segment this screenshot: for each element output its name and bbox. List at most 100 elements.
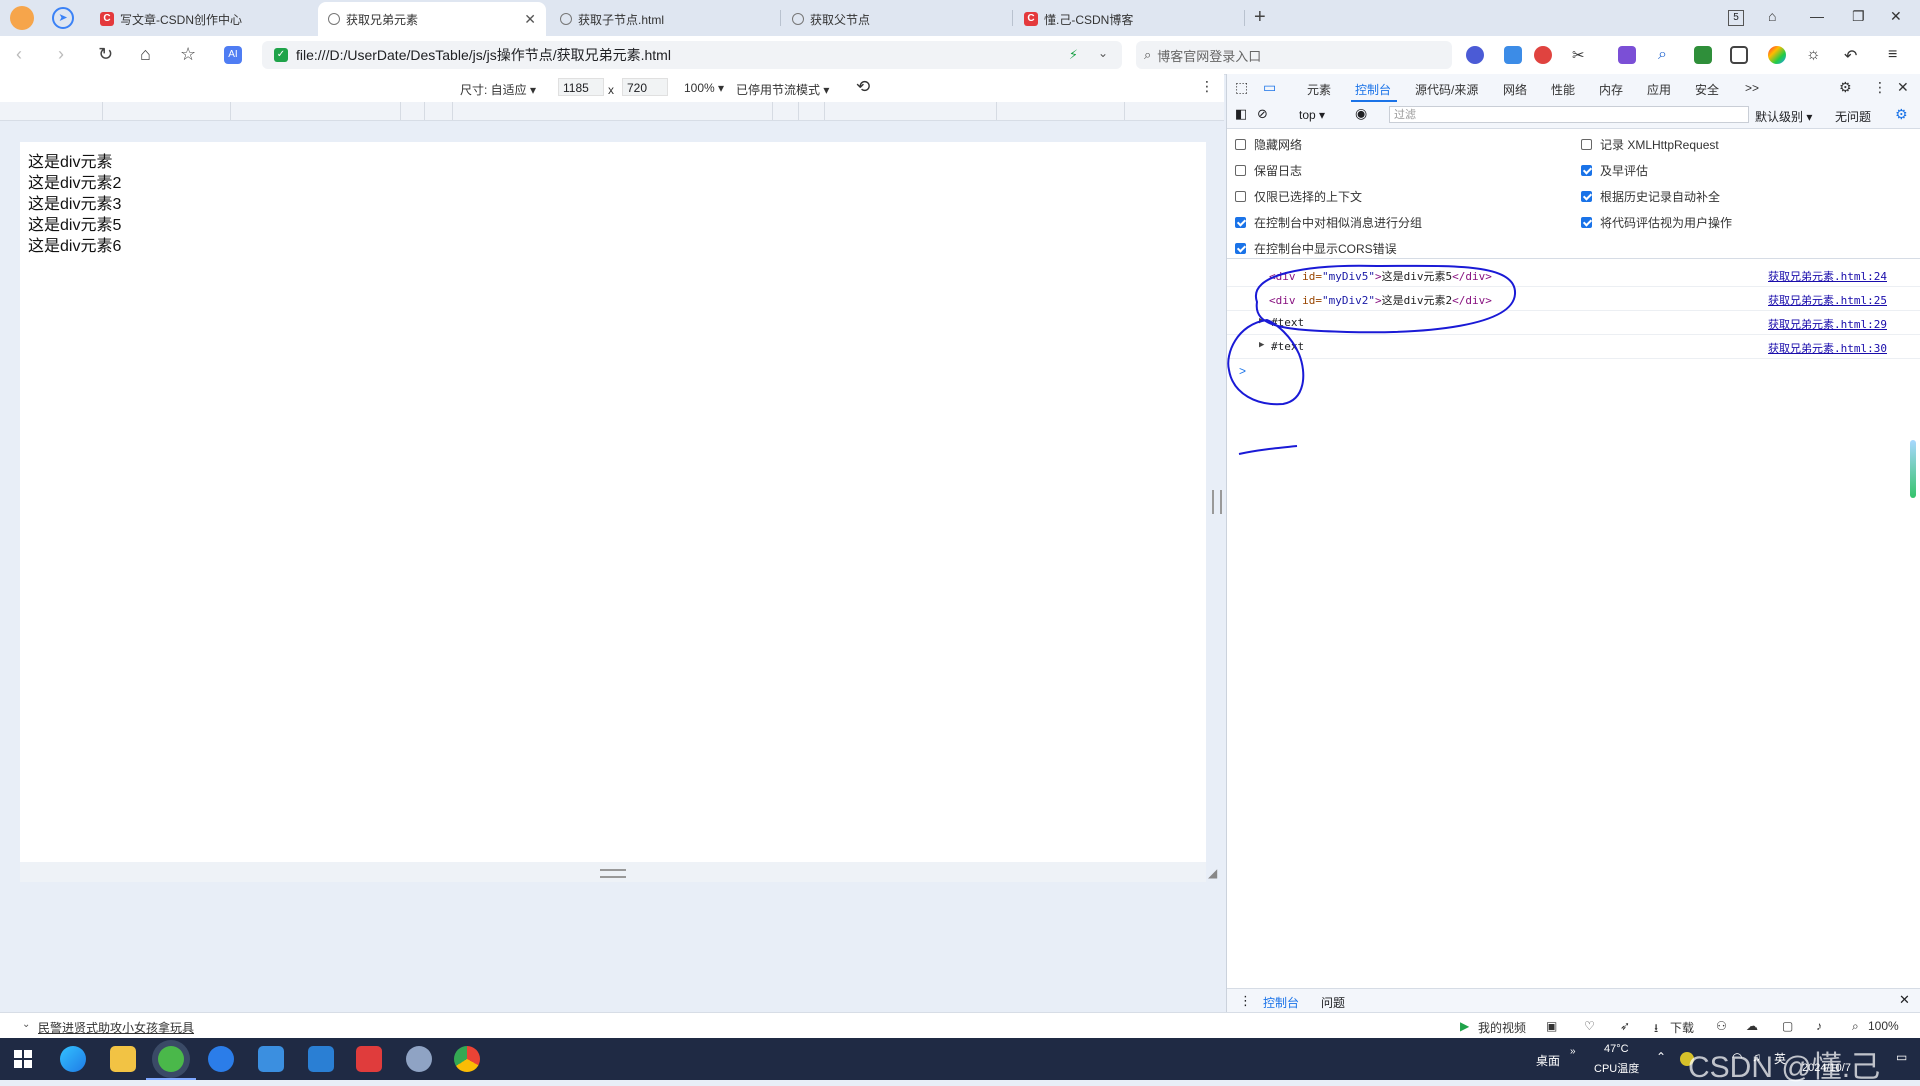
source-link[interactable]: 获取兄弟元素.html:24 — [1768, 268, 1887, 284]
media-query-ruler[interactable] — [0, 102, 1224, 121]
resize-handle-bottom[interactable] — [600, 869, 626, 878]
rocket-icon[interactable]: ➶ — [1620, 1019, 1630, 1033]
sidebar-toggle-icon[interactable]: ◧ — [1235, 106, 1247, 122]
translate-icon[interactable] — [1618, 46, 1636, 64]
resize-corner-icon[interactable]: ◢ — [1208, 866, 1217, 880]
context-select[interactable]: top ▾ — [1299, 108, 1325, 122]
close-window-icon[interactable]: ✕ — [1890, 8, 1902, 25]
option-autocomplete[interactable]: 根据历史记录自动补全 — [1581, 188, 1720, 205]
minimize-icon[interactable]: — — [1810, 8, 1824, 24]
ai-assistant-icon[interactable]: AI — [224, 46, 242, 64]
profile-avatar[interactable] — [10, 6, 34, 30]
search-lens-icon[interactable]: ⌕ — [1658, 46, 1676, 64]
tab-memory[interactable]: 内存 — [1599, 81, 1623, 98]
tray-expand-icon[interactable]: ⌃ — [1656, 1050, 1666, 1064]
menu-icon[interactable]: ≡ — [1888, 46, 1906, 64]
side-scroll-indicator[interactable] — [1910, 440, 1916, 498]
issues-button[interactable]: 无问题 — [1835, 108, 1871, 125]
mail-icon[interactable] — [1504, 46, 1522, 64]
grid-apps-icon[interactable] — [1730, 46, 1748, 64]
gear-icon[interactable]: ⚙ — [1839, 79, 1852, 96]
download-link[interactable]: 下载 — [1670, 1019, 1694, 1036]
extension-eye-icon[interactable] — [1466, 46, 1484, 64]
chevron-down-icon[interactable]: ⌄ — [1098, 46, 1108, 60]
overflow-chevron-icon[interactable]: » — [1570, 1046, 1576, 1057]
tab-console[interactable]: 控制台 — [1355, 81, 1391, 98]
inspect-element-icon[interactable]: ⬚ — [1235, 79, 1248, 96]
rotate-icon[interactable]: ⟲ — [856, 77, 870, 97]
video-play-icon[interactable]: ▶ — [1460, 1019, 1469, 1033]
sync-icon[interactable]: ⚇ — [1716, 1019, 1727, 1033]
eye-icon[interactable]: ◉ — [1355, 105, 1367, 122]
notification-icon[interactable]: ▭ — [1896, 1050, 1907, 1064]
tab-csdn-write[interactable]: C 写文章-CSDN创作中心 — [90, 2, 316, 36]
search-box[interactable]: ⌕ 博客官网登录入口 — [1136, 41, 1452, 69]
clear-console-icon[interactable]: ⊘ — [1257, 106, 1268, 122]
tab-application[interactable]: 应用 — [1647, 81, 1671, 98]
restore-icon[interactable]: ❐ — [1852, 8, 1865, 25]
chevron-down-icon[interactable]: ⌄ — [22, 1019, 30, 1030]
height-input[interactable]: 720 — [622, 78, 668, 96]
download-icon[interactable]: ⭳ — [1654, 1019, 1658, 1040]
tab-csdn-blog[interactable]: C 懂.己-CSDN博客 — [1014, 2, 1240, 36]
source-link[interactable]: 获取兄弟元素.html:29 — [1768, 316, 1887, 332]
tab-sibling-elements[interactable]: 获取兄弟元素 ✕ — [318, 2, 546, 36]
more-options-icon[interactable]: ⋮ — [1200, 78, 1214, 95]
file-explorer-icon[interactable] — [110, 1046, 136, 1072]
console-settings-icon[interactable]: ⚙ — [1895, 106, 1908, 123]
zoom-icon[interactable]: ⌕ — [1852, 1019, 1859, 1034]
pin-icon[interactable]: ⌂ — [1768, 8, 1776, 24]
paint-icon[interactable] — [406, 1046, 432, 1072]
close-tab-icon[interactable]: ✕ — [524, 11, 536, 28]
tab-sources[interactable]: 源代码/来源 — [1415, 81, 1478, 98]
home-icon[interactable]: ⌂ — [140, 44, 151, 65]
tab-child-nodes[interactable]: 获取子节点.html — [550, 2, 776, 36]
page-zoom-level[interactable]: 100% — [1868, 1019, 1899, 1033]
vscode-icon[interactable] — [308, 1046, 334, 1072]
feishu-icon[interactable] — [258, 1046, 284, 1072]
ie-icon[interactable] — [208, 1046, 234, 1072]
checkbox-checked[interactable] — [1581, 191, 1592, 202]
kebab-menu-icon[interactable]: ⋮ — [1873, 79, 1887, 96]
width-input[interactable]: 1185 — [558, 78, 604, 96]
checkbox-checked[interactable] — [1581, 217, 1592, 228]
edge-icon[interactable] — [60, 1046, 86, 1072]
checkbox[interactable] — [1235, 191, 1246, 202]
tab-performance[interactable]: 性能 — [1551, 81, 1575, 98]
color-wheel-icon[interactable] — [1768, 46, 1786, 64]
navigation-arrow-icon[interactable]: ➤ — [52, 7, 74, 29]
address-bar[interactable]: ✓ file:///D:/UserDate/DesTable/js/js操作节点… — [262, 41, 1122, 69]
tab-elements[interactable]: 元素 — [1307, 81, 1331, 98]
checkbox-checked[interactable] — [1581, 165, 1592, 176]
option-log-xhr[interactable]: 记录 XMLHttpRequest — [1581, 136, 1719, 153]
drawer-menu-icon[interactable]: ⋮ — [1239, 993, 1252, 1009]
search-input[interactable]: 博客官网登录入口 — [1157, 46, 1261, 65]
cloud-icon[interactable]: ☁ — [1746, 1019, 1758, 1033]
throttle-select[interactable]: 已停用节流模式 ▾ — [736, 81, 829, 98]
new-tab-icon[interactable]: + — [1254, 6, 1266, 29]
option-preserve-log[interactable]: 保留日志 — [1235, 162, 1302, 179]
news-link[interactable]: 民警进贤式助攻小女孩拿玩具 — [38, 1019, 194, 1036]
window-icon[interactable]: ▢ — [1782, 1019, 1793, 1033]
forward-icon[interactable]: › — [58, 44, 64, 65]
checkbox[interactable] — [1235, 139, 1246, 150]
more-tabs-icon[interactable]: >> — [1745, 81, 1759, 95]
screenshot-icon[interactable]: ▣ — [1546, 1019, 1557, 1033]
back-icon[interactable]: ‹ — [16, 44, 22, 65]
netease-music-icon[interactable] — [356, 1046, 382, 1072]
option-user-gesture[interactable]: 将代码评估视为用户操作 — [1581, 214, 1732, 231]
weibo-icon[interactable] — [1534, 46, 1552, 64]
volume-icon[interactable]: ♪ — [1816, 1019, 1822, 1033]
source-link[interactable]: 获取兄弟元素.html:25 — [1768, 292, 1887, 308]
device-toggle-icon[interactable]: ▭ — [1263, 79, 1276, 96]
option-selected-context[interactable]: 仅限已选择的上下文 — [1235, 188, 1362, 205]
tab-parent-node[interactable]: 获取父节点 — [782, 2, 1008, 36]
undo-icon[interactable]: ↶ — [1844, 46, 1862, 65]
checkbox[interactable] — [1235, 165, 1246, 176]
log-level-select[interactable]: 默认级别 ▾ — [1755, 108, 1812, 125]
address-url[interactable]: file:///D:/UserDate/DesTable/js/js操作节点/获… — [296, 45, 671, 65]
windows-start-icon[interactable] — [14, 1050, 32, 1068]
option-eager-eval[interactable]: 及早评估 — [1581, 162, 1648, 179]
checkbox[interactable] — [1581, 139, 1592, 150]
close-devtools-icon[interactable]: ✕ — [1897, 79, 1909, 96]
